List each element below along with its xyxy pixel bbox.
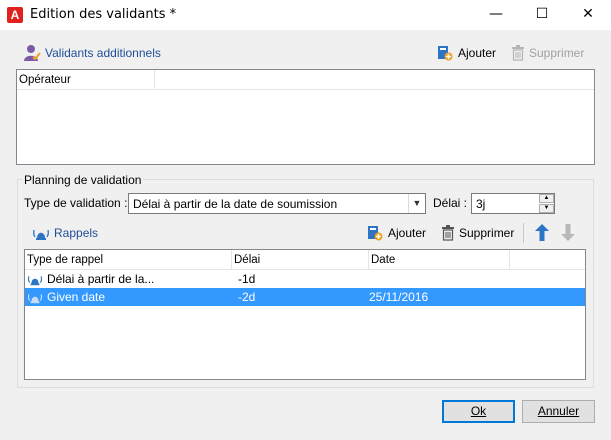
planning-group-title: Planning de validation	[22, 173, 144, 187]
add-icon[interactable]	[437, 45, 453, 61]
validators-section-label[interactable]: Validants additionnels	[45, 46, 161, 60]
title-bar: A Edition des validants * — ☐ ✕	[0, 0, 611, 30]
dialog-body: Validants additionnels Ajouter Supprimer…	[0, 30, 611, 440]
cell-reminder-type: Given date	[47, 290, 106, 304]
reminders-toolbar: Rappels Ajouter Supprimer	[24, 220, 586, 246]
arrow-down-icon	[561, 224, 575, 241]
validation-type-value: Délai à partir de la date de soumission	[133, 197, 338, 211]
reminders-list-header: Type de rappel Délai Date	[25, 250, 585, 270]
reminders-list[interactable]: Type de rappel Délai Date Délai à partir…	[24, 249, 586, 380]
spin-down-button[interactable]: ▼	[539, 204, 554, 213]
reminders-section-label[interactable]: Rappels	[54, 226, 98, 240]
validation-type-label: Type de validation :	[24, 196, 128, 210]
reminders-delete-button[interactable]: Supprimer	[459, 226, 514, 240]
cell-reminder-type: Délai à partir de la...	[47, 272, 155, 286]
column-header-delay[interactable]: Délai	[232, 250, 369, 270]
minimize-button[interactable]: —	[473, 0, 519, 30]
table-row[interactable]: Délai à partir de la... -1d	[25, 270, 585, 288]
app-logo-icon: A	[7, 7, 23, 23]
delay-label: Délai :	[433, 196, 468, 210]
arrow-up-icon[interactable]	[535, 224, 549, 241]
cancel-button-label: Annuler	[537, 404, 580, 418]
validators-toolbar: Validants additionnels Ajouter Supprimer	[17, 41, 594, 66]
column-header-date[interactable]: Date	[369, 250, 510, 270]
cancel-button[interactable]: Annuler	[522, 400, 595, 423]
trash-icon	[511, 45, 525, 61]
validators-add-button[interactable]: Ajouter	[458, 46, 496, 60]
cell-delay: -1d	[238, 272, 256, 286]
cell-date: 25/11/2016	[369, 290, 429, 304]
add-icon[interactable]	[367, 225, 383, 241]
operators-list[interactable]: Opérateur	[16, 69, 595, 165]
validators-delete-button: Supprimer	[529, 46, 585, 60]
ok-button-label: Ok	[470, 404, 487, 418]
reminder-bell-icon	[27, 271, 43, 287]
ok-button[interactable]: Ok	[442, 400, 515, 423]
reminders-add-button[interactable]: Ajouter	[388, 226, 426, 240]
reminder-bell-icon	[27, 289, 43, 305]
trash-icon[interactable]	[441, 225, 455, 241]
validation-type-select[interactable]: Délai à partir de la date de soumission …	[128, 193, 426, 214]
spin-up-button[interactable]: ▲	[539, 194, 554, 203]
maximize-button[interactable]: ☐	[519, 0, 565, 30]
chevron-down-icon[interactable]: ▼	[408, 194, 425, 213]
table-row-selected[interactable]: Given date -2d 25/11/2016	[25, 288, 585, 306]
operators-list-header: Opérateur	[17, 70, 594, 90]
reminder-bell-icon	[32, 225, 50, 241]
cell-delay: -2d	[238, 290, 256, 304]
delay-value: 3j	[476, 197, 486, 211]
column-header-reminder-type[interactable]: Type de rappel	[25, 250, 232, 270]
delay-spinner[interactable]: 3j ▲ ▼	[471, 193, 555, 214]
user-check-icon	[23, 44, 41, 62]
close-button[interactable]: ✕	[565, 0, 611, 30]
column-header-operator[interactable]: Opérateur	[17, 70, 155, 90]
window-title: Edition des validants *	[30, 7, 177, 22]
toolbar-separator	[523, 223, 524, 243]
